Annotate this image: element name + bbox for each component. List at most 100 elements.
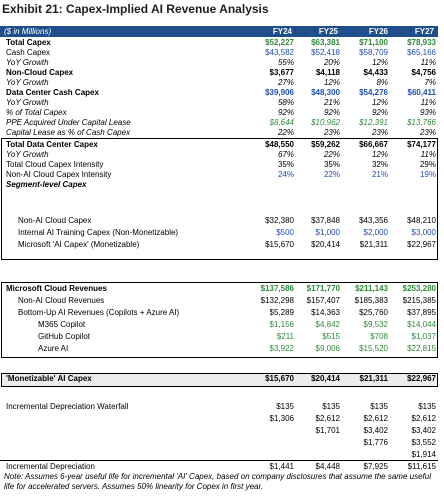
cell-value: 29% xyxy=(419,160,436,169)
cell-value: $1,701 xyxy=(315,426,340,435)
cell-value: 92% xyxy=(323,108,340,117)
cell-value: $1,000 xyxy=(315,228,340,237)
cell-value: $10,962 xyxy=(311,118,340,127)
row-label: GitHub Copilot xyxy=(38,332,91,341)
cell-value: $3,552 xyxy=(411,438,436,447)
waterfall-row: $1,914 xyxy=(0,450,440,460)
cell-value: $3,677 xyxy=(269,68,294,77)
cell-value: 35% xyxy=(323,160,340,169)
row-label: PPE Acquired Under Capital Lease xyxy=(6,118,131,127)
cell-value: $1,776 xyxy=(363,438,388,447)
cell-value: $9,006 xyxy=(315,344,340,353)
cell-value: 24% xyxy=(277,170,294,179)
table-row: % of Total Capex 92% 92% 92% 93% xyxy=(0,108,440,118)
table-row: Total Cloud Capex Intensity 35% 35% 32% 29% xyxy=(0,160,440,170)
waterfall-row: Incremental Depreciation Waterfall $135 $1… xyxy=(0,402,440,412)
cell-value: $65,166 xyxy=(407,48,436,57)
cell-value: $54,276 xyxy=(359,88,388,97)
table-row: Microsoft Cloud Revenues $137,586 $171,770… xyxy=(0,284,440,294)
cell-value: $137,586 xyxy=(260,284,294,293)
table-row: PPE Acquired Under Capital Lease $8,644 $1… xyxy=(0,118,440,128)
cell-value: $3,402 xyxy=(411,426,436,435)
exhibit-number: Exhibit 21: xyxy=(2,2,63,16)
cell-value: 12% xyxy=(371,58,388,67)
cell-value: $4,118 xyxy=(315,68,340,77)
cell-value: 92% xyxy=(371,108,388,117)
table-header: ($ in Millions) FY24 FY25 FY26 FY27 xyxy=(0,26,438,37)
row-label: Internal AI Training Capex (Non-Monetiza… xyxy=(18,228,179,237)
cell-value: $14,044 xyxy=(407,320,436,329)
incremental-row: Incremental Depreciation $1,441 $4,448 $7,9… xyxy=(0,462,440,472)
table-row: Total Data Center Capex $48,550 $59,262 $66… xyxy=(0,140,440,150)
cell-value: $15,670 xyxy=(265,240,294,249)
cell-value: $4,842 xyxy=(315,320,340,329)
cell-value: $135 xyxy=(276,402,294,411)
year-header: FY25 xyxy=(318,27,338,36)
table-row: Bottom-Up AI Revenues (Copilots + Azure … xyxy=(0,308,440,318)
unit-label: ($ in Millions) xyxy=(4,27,52,36)
row-label: Non-AI Cloud Revenues xyxy=(18,296,105,305)
cell-value: $2,612 xyxy=(363,414,388,423)
cell-value: $135 xyxy=(370,402,388,411)
cell-value: $21,311 xyxy=(359,374,388,383)
cell-value: 11% xyxy=(420,98,436,107)
cell-value: $48,210 xyxy=(407,216,436,225)
cell-value: $59,262 xyxy=(311,140,340,149)
row-label: Capital Lease as % of Cash Capex xyxy=(6,128,131,137)
cell-value: $43,356 xyxy=(359,216,388,225)
cell-value: 11% xyxy=(420,150,436,159)
exhibit-title: Exhibit 21: Capex-Implied AI Revenue Ana… xyxy=(2,2,269,16)
cell-value: $2,000 xyxy=(363,228,388,237)
cell-value: $15,670 xyxy=(265,374,294,383)
row-label: Total Capex xyxy=(6,38,51,47)
cell-value: $71,100 xyxy=(359,38,388,47)
cell-value: $15,520 xyxy=(359,344,388,353)
cell-value: $25,760 xyxy=(359,308,388,317)
table-row: GitHub Copilot $211 $515 $708 $1,037 xyxy=(0,332,440,342)
cell-value: 7% xyxy=(424,78,436,87)
row-label: Non-AI Cloud Capex xyxy=(18,216,92,225)
cell-value: $135 xyxy=(418,402,436,411)
row-label: YoY Growth xyxy=(6,78,49,87)
row-label: Microsoft 'AI Capex' (Monetizable) xyxy=(18,240,140,249)
cell-value: $185,383 xyxy=(354,296,388,305)
cell-value: $4,756 xyxy=(411,68,436,77)
cell-value: $1,914 xyxy=(411,450,436,459)
cell-value: $157,407 xyxy=(306,296,340,305)
cell-value: 11% xyxy=(420,58,436,67)
monetizable-row: 'Monetizable' AI Capex $15,670 $20,414 $21,… xyxy=(0,374,440,384)
table-row: Non-AI Cloud Capex $32,380 $37,848 $43,356 $… xyxy=(0,216,440,226)
row-label: Incremental Depreciation xyxy=(6,462,95,471)
cell-value: 22% xyxy=(277,128,294,137)
row-label: 'Monetizable' AI Capex xyxy=(6,374,92,383)
cell-value: $708 xyxy=(370,332,388,341)
cell-value: $1,037 xyxy=(411,332,436,341)
cell-value: $132,298 xyxy=(260,296,294,305)
cell-value: $211,143 xyxy=(355,284,388,293)
row-label: YoY Growth xyxy=(6,150,49,159)
cell-value: $14,363 xyxy=(311,308,340,317)
cell-value: $253,280 xyxy=(402,284,436,293)
cell-value: 23% xyxy=(419,128,436,137)
cell-value: 92% xyxy=(277,108,294,117)
cell-value: $78,933 xyxy=(407,38,436,47)
cell-value: $7,925 xyxy=(363,462,388,471)
table-row: Non-Cloud Capex $3,677 $4,118 $4,433 $4,756 xyxy=(0,68,440,78)
row-label: Segment-level Capex xyxy=(6,180,87,189)
cell-value: 8% xyxy=(376,78,388,87)
table-row: Capital Lease as % of Cash Capex 22% 23% 23… xyxy=(0,128,440,138)
row-label: Microsoft Cloud Revenues xyxy=(6,284,107,293)
row-label: M365 Copilot xyxy=(38,320,86,329)
cell-value: $1,156 xyxy=(269,320,294,329)
cell-value: 22% xyxy=(323,150,340,159)
row-label: Azure AI xyxy=(38,344,69,353)
cell-value: 23% xyxy=(371,128,388,137)
cell-value: 23% xyxy=(323,128,340,137)
cell-value: $60,411 xyxy=(407,88,436,97)
cell-value: $11,615 xyxy=(407,462,436,471)
cell-value: $4,433 xyxy=(363,68,388,77)
table-row: Non-AI Cloud Capex Intensity 24% 22% 21% 19% xyxy=(0,170,440,180)
cell-value: 32% xyxy=(371,160,388,169)
cell-value: $66,667 xyxy=(359,140,388,149)
row-label: YoY Growth xyxy=(6,58,49,67)
